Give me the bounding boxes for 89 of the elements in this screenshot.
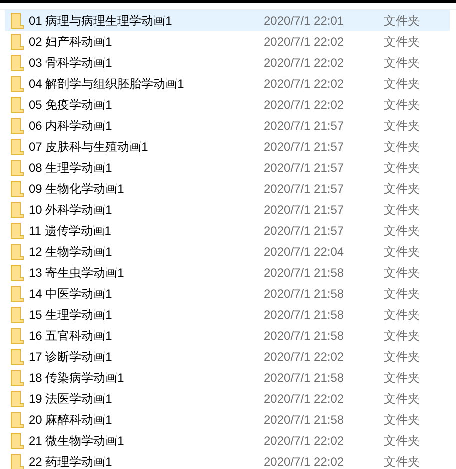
folder-icon [11, 118, 24, 134]
item-type: 文件夹 [384, 390, 420, 408]
item-type: 文件夹 [384, 264, 420, 282]
folder-name: 20 麻醉科动画1 [29, 412, 114, 428]
folder-icon [11, 34, 24, 50]
modified-date: 2020/7/1 22:02 [264, 96, 346, 114]
folder-name: 08 生理学动画1 [29, 160, 114, 176]
modified-date: 2020/7/1 21:58 [264, 306, 346, 324]
modified-date: 2020/7/1 21:57 [264, 202, 346, 218]
modified-date: 2020/7/1 22:02 [264, 348, 346, 366]
folder-row[interactable]: 01 病理与病理生理学动画1 2020/7/1 22:01 文件夹 [5, 10, 450, 31]
folder-name: 12 生物学动画1 [29, 244, 114, 260]
folder-icon [11, 370, 24, 386]
folder-name: 16 五官科动画1 [29, 328, 114, 344]
folder-icon [11, 264, 24, 280]
folder-icon [11, 180, 24, 196]
folder-name: 01 病理与病理生理学动画1 [29, 12, 174, 30]
modified-date: 2020/7/1 22:04 [264, 244, 346, 260]
folder-icon [11, 138, 24, 154]
modified-date: 2020/7/1 21:57 [264, 118, 346, 134]
item-type: 文件夹 [384, 180, 420, 198]
item-type: 文件夹 [384, 138, 420, 156]
folder-name: 09 生物化学动画1 [29, 180, 126, 198]
folder-name: 07 皮肤科与生殖动画1 [29, 138, 150, 156]
item-type: 文件夹 [384, 54, 420, 72]
folder-name: 10 外科学动画1 [29, 202, 114, 218]
folder-icon [11, 454, 24, 469]
folder-name: 15 生理学动画1 [29, 306, 114, 324]
folder-icon [11, 222, 24, 238]
item-type: 文件夹 [384, 412, 420, 428]
folder-icon [11, 76, 24, 92]
folder-name: 13 寄生虫学动画1 [29, 264, 126, 282]
item-type: 文件夹 [384, 454, 420, 469]
modified-date: 2020/7/1 22:02 [264, 34, 346, 50]
folder-icon [11, 202, 24, 218]
folder-icon [11, 328, 24, 344]
folder-name: 05 免疫学动画1 [29, 96, 114, 114]
folder-name: 14 中医学动画1 [29, 286, 114, 302]
modified-date: 2020/7/1 21:57 [264, 222, 346, 240]
modified-date: 2020/7/1 21:57 [264, 160, 346, 176]
modified-date: 2020/7/1 22:02 [264, 432, 346, 450]
folder-name: 11 遗传学动画1 [29, 222, 112, 240]
item-type: 文件夹 [384, 34, 420, 50]
item-type: 文件夹 [384, 370, 420, 386]
folder-icon [11, 432, 24, 448]
folder-icon [11, 160, 24, 176]
folder-icon [11, 348, 24, 364]
item-type: 文件夹 [384, 160, 420, 176]
modified-date: 2020/7/1 21:58 [264, 412, 346, 428]
folder-name: 02 妇产科动画1 [29, 34, 114, 50]
item-type: 文件夹 [384, 244, 420, 260]
item-type: 文件夹 [384, 118, 420, 134]
item-type: 文件夹 [384, 202, 420, 218]
item-type: 文件夹 [384, 432, 420, 450]
modified-date: 2020/7/1 22:02 [264, 454, 346, 469]
folder-name: 06 内科学动画1 [29, 118, 114, 134]
item-type: 文件夹 [384, 328, 420, 344]
item-type: 文件夹 [384, 348, 420, 366]
modified-date: 2020/7/1 22:01 [264, 12, 346, 30]
item-type: 文件夹 [384, 76, 420, 92]
folder-icon [11, 54, 24, 70]
item-type: 文件夹 [384, 306, 420, 324]
folder-icon [11, 244, 24, 260]
folder-icon [11, 286, 24, 302]
folder-icon [11, 390, 24, 406]
item-type: 文件夹 [384, 12, 420, 30]
item-type: 文件夹 [384, 96, 420, 114]
folder-icon [11, 412, 24, 428]
modified-date: 2020/7/1 21:57 [264, 180, 346, 198]
folder-name: 19 法医学动画1 [29, 390, 114, 408]
modified-date: 2020/7/1 21:58 [264, 370, 346, 386]
folder-name: 18 传染病学动画1 [29, 370, 126, 386]
modified-date: 2020/7/1 22:02 [264, 54, 346, 72]
modified-date: 2020/7/1 22:02 [264, 76, 346, 92]
modified-date: 2020/7/1 21:58 [264, 286, 346, 302]
modified-date: 2020/7/1 22:02 [264, 390, 346, 408]
modified-date: 2020/7/1 21:58 [264, 328, 346, 344]
folder-name: 22 药理学动画1 [29, 454, 114, 469]
folder-icon [11, 96, 24, 112]
modified-date: 2020/7/1 21:57 [264, 138, 346, 156]
folder-icon [11, 306, 24, 322]
item-type: 文件夹 [384, 286, 420, 302]
folder-icon [11, 12, 24, 28]
folder-name: 03 骨科学动画1 [29, 54, 114, 72]
folder-name: 17 诊断学动画1 [29, 348, 114, 366]
modified-date: 2020/7/1 21:58 [264, 264, 346, 282]
folder-name: 21 微生物学动画1 [29, 432, 126, 450]
folder-name: 04 解剖学与组织胚胎学动画1 [29, 76, 186, 92]
item-type: 文件夹 [384, 222, 420, 240]
